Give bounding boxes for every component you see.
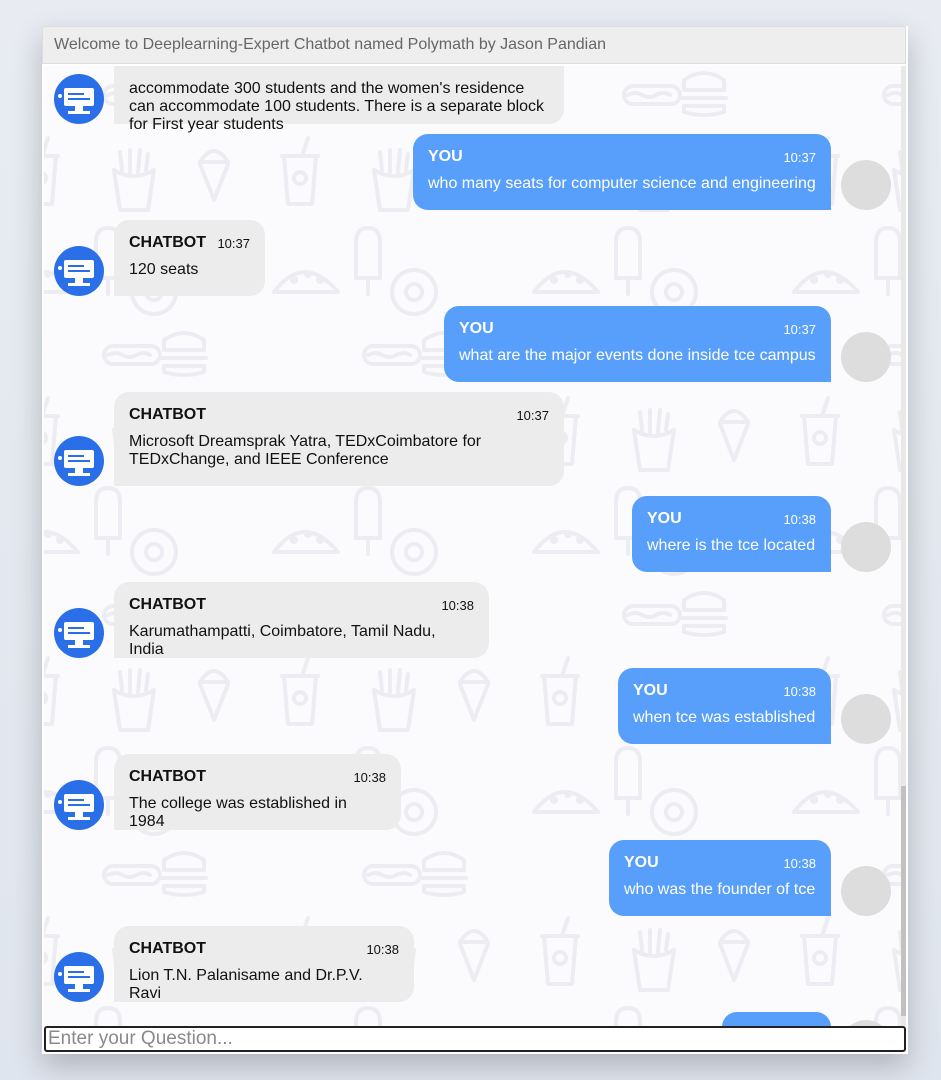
chat-window: Welcome to Deeplearning-Expert Chatbot n… — [42, 26, 908, 1054]
question-input[interactable] — [44, 1026, 906, 1052]
chatbot-avatar-icon — [54, 246, 104, 296]
message-text: who many seats for computer science and … — [428, 175, 816, 192]
message-time: 10:38 — [441, 597, 474, 613]
chat-header: Welcome to Deeplearning-Expert Chatbot n… — [42, 26, 906, 64]
chat-bubble: YOU 10:38 who was the founder of tce — [609, 840, 831, 916]
message-time: 10:38 — [783, 683, 816, 699]
user-avatar — [841, 160, 891, 210]
message-time: 10:38 — [783, 511, 816, 527]
chat-bubble: YOU 10:37 who many seats for computer sci… — [413, 134, 831, 210]
chatbot-avatar-icon — [54, 952, 104, 1002]
scrollbar-thumb[interactable] — [901, 786, 906, 1016]
message-time: 10:37 — [783, 321, 816, 337]
chat-bubble: YOU 10:37 what are the major events done … — [444, 306, 831, 382]
chat-bubble: CHATBOT 10:38 Lion T.N. Palanisame and Dr… — [114, 926, 414, 1002]
message-time: 10:38 — [353, 769, 386, 785]
chatbot-avatar-icon — [54, 436, 104, 486]
chat-body[interactable]: accommodate 300 students and the women's… — [44, 66, 906, 1026]
chat-bubble: CHATBOT 10:37 Microsoft Dreamsprak Yatra,… — [114, 392, 564, 486]
user-avatar — [841, 522, 891, 572]
chatbot-avatar-icon — [54, 74, 104, 124]
chat-title: Welcome to Deeplearning-Expert Chatbot n… — [54, 36, 607, 53]
sender-name: YOU — [633, 682, 668, 699]
message-time: 10:37 — [217, 235, 250, 251]
chat-bubble: CHATBOT 10:37 120 seats — [114, 220, 265, 296]
sender-name: CHATBOT — [129, 234, 207, 251]
chat-bubble: CHATBOT 10:38 The college was established… — [114, 754, 401, 830]
sender-name: CHATBOT — [129, 596, 207, 613]
user-avatar — [841, 694, 891, 744]
chat-bubble — [722, 1012, 831, 1026]
message-text: who was the founder of tce — [624, 881, 816, 898]
message-text: Microsoft Dreamsprak Yatra, TEDxCoimbato… — [129, 433, 482, 468]
user-avatar — [841, 332, 891, 382]
message-text: where is the tce located — [647, 537, 816, 554]
sender-name: YOU — [428, 148, 463, 165]
message-text: when tce was established — [633, 709, 816, 726]
input-bar — [44, 1026, 906, 1052]
chat-bubble: CHATBOT 10:38 Karumathampatti, Coimbatore… — [114, 582, 489, 658]
user-avatar — [841, 866, 891, 916]
sender-name: YOU — [459, 320, 494, 337]
sender-name: CHATBOT — [129, 940, 207, 957]
sender-name: CHATBOT — [129, 768, 207, 785]
message-text: 120 seats — [129, 261, 199, 278]
chatbot-avatar-icon — [54, 608, 104, 658]
chat-bubble: YOU 10:38 where is the tce located — [632, 496, 831, 572]
message-text: The college was established in 1984 — [129, 795, 347, 830]
message-time: 10:37 — [783, 149, 816, 165]
message-time: 10:38 — [783, 855, 816, 871]
chat-scrollbar[interactable] — [901, 66, 906, 1026]
message-text: Lion T.N. Palanisame and Dr.P.V. Ravi — [129, 967, 363, 1002]
chatbot-avatar-icon — [54, 780, 104, 830]
message-time: 10:38 — [366, 941, 399, 957]
message-time: 10:37 — [516, 407, 549, 423]
chat-bubble: accommodate 300 students and the women's… — [114, 66, 564, 133]
sender-name: CHATBOT — [129, 406, 207, 423]
chat-bubble: YOU 10:38 when tce was established — [618, 668, 831, 744]
message-text: what are the major events done inside tc… — [459, 347, 816, 364]
message-text: Karumathampatti, Coimbatore, Tamil Nadu,… — [129, 623, 436, 658]
sender-name: YOU — [624, 854, 659, 871]
sender-name: YOU — [647, 510, 682, 527]
message-text: accommodate 300 students and the women's… — [129, 80, 545, 133]
